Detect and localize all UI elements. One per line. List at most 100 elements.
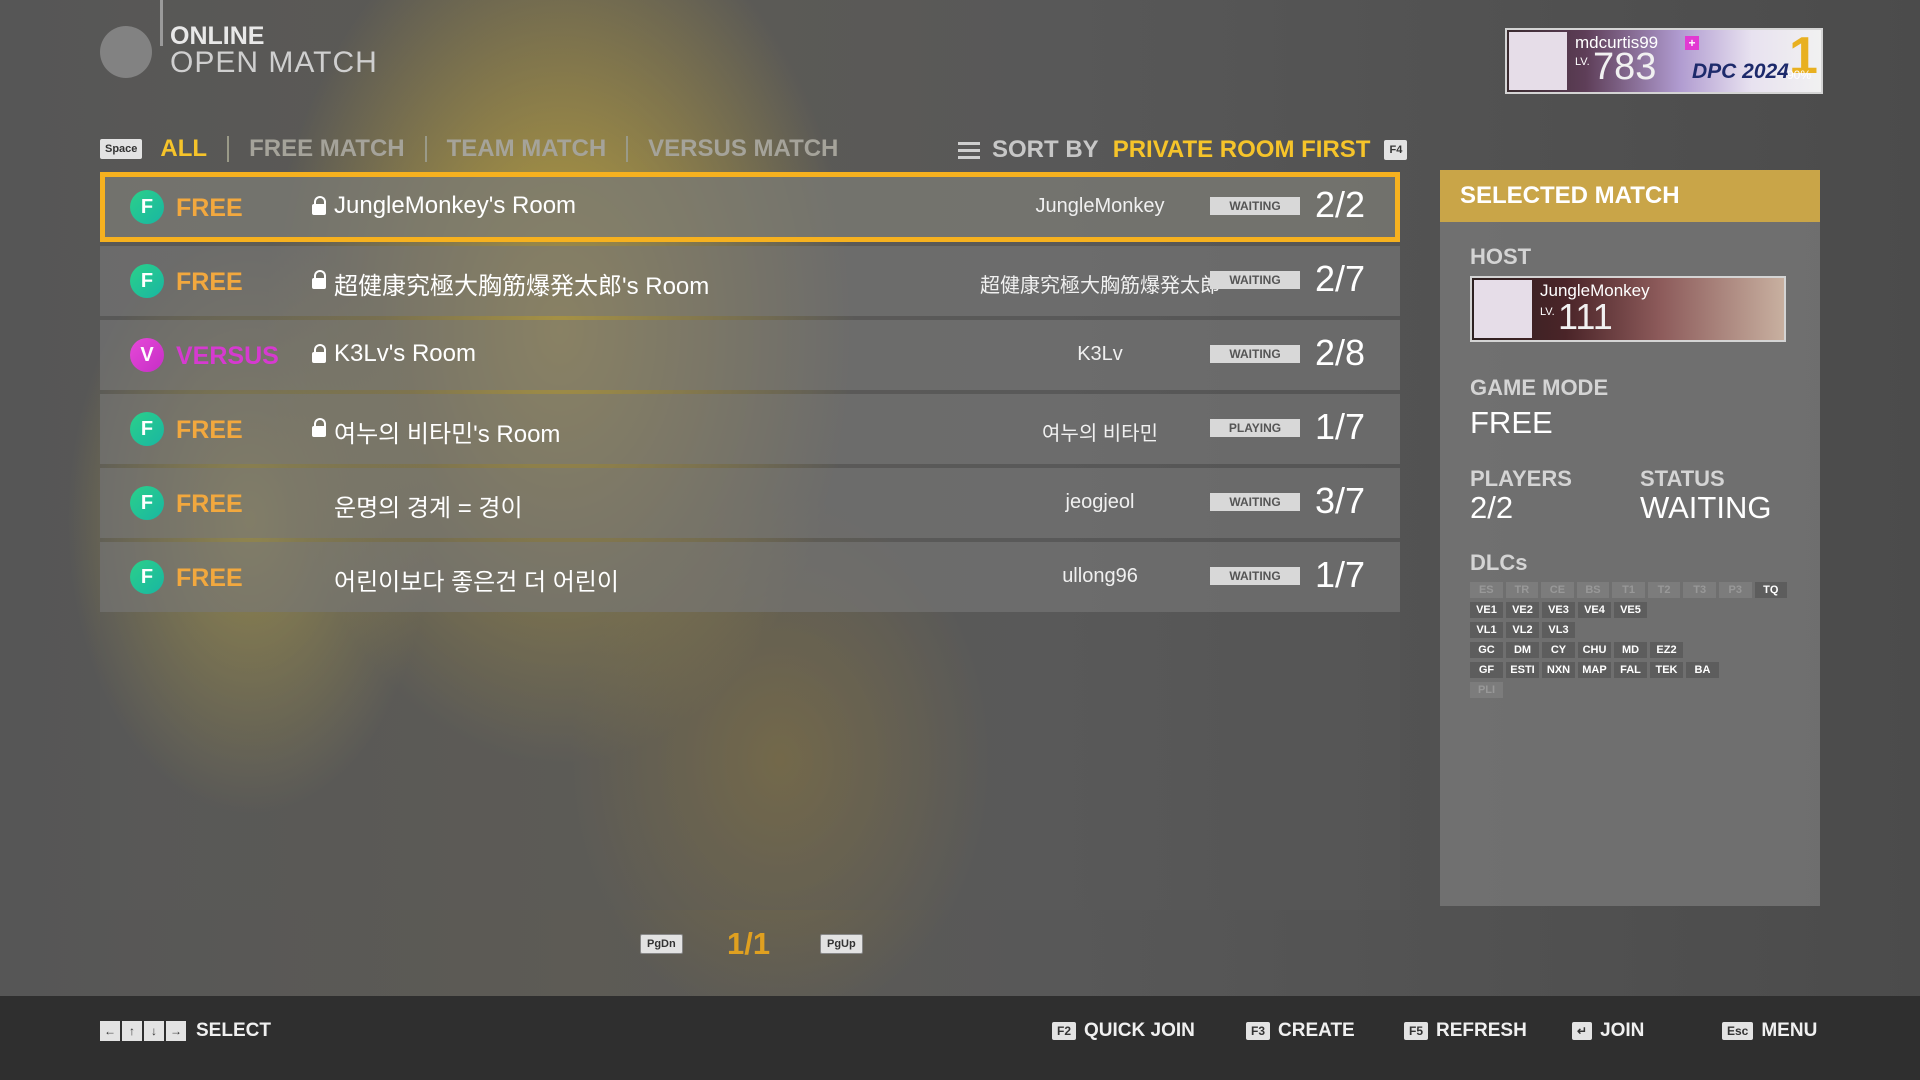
dlc-badge: VL1 <box>1470 622 1503 638</box>
room-name: K3Lv's Room <box>334 340 476 367</box>
dlc-badge: ES <box>1470 582 1503 598</box>
tab-team-match[interactable]: TEAM MATCH <box>424 136 627 162</box>
event-badge: DPC 2024 <box>1692 60 1789 83</box>
match-row[interactable]: V VERSUS K3Lv's Room K3Lv WAITING 2/8 <box>100 320 1400 390</box>
space-key-hint: Space <box>100 139 143 159</box>
f3-key-hint: F3 <box>1246 1022 1271 1040</box>
free-mode-icon: F <box>130 264 164 298</box>
dlc-badge: T1 <box>1612 582 1645 598</box>
player-profile-card[interactable]: mdcurtis99 + LV. 783 DPC 2024 1 90% <box>1505 27 1823 94</box>
status-badge: WAITING <box>1210 345 1300 363</box>
match-row[interactable]: F FREE 超健康究極大胸筋爆発太郎's Room 超健康究極大胸筋爆発太郎 … <box>100 246 1400 316</box>
player-level: 783 <box>1593 46 1657 88</box>
room-name: JungleMonkey's Room <box>334 192 577 219</box>
plus-icon: + <box>1685 36 1699 50</box>
match-row[interactable]: F FREE 어린이보다 좋은건 더 어린이 ullong96 WAITING … <box>100 542 1400 612</box>
page-title: OPEN MATCH <box>170 46 378 79</box>
match-mode: FREE <box>176 416 243 444</box>
dlc-badge: EZ2 <box>1650 642 1683 658</box>
page-down-key[interactable]: PgDn <box>640 934 683 954</box>
dlc-badge: MAP <box>1578 662 1611 678</box>
players-label: PLAYERS <box>1470 466 1572 491</box>
dlc-badge: T3 <box>1683 582 1716 598</box>
lock-icon <box>312 344 326 363</box>
dlc-badge: ESTI <box>1506 662 1539 678</box>
dlc-badge: BS <box>1576 582 1610 598</box>
dlc-row: PLI <box>1470 682 1790 698</box>
host-card[interactable]: JungleMonkey LV. 111 <box>1470 276 1786 342</box>
dlc-badge: FAL <box>1614 662 1647 678</box>
f4-key-hint: F4 <box>1384 140 1408 160</box>
status-badge: WAITING <box>1210 271 1300 289</box>
sort-menu-icon <box>958 141 980 159</box>
dlc-badge: VL2 <box>1506 622 1539 638</box>
free-mode-icon: F <box>130 190 164 224</box>
quick-join-button[interactable]: F2 QUICK JOIN <box>1052 1020 1195 1042</box>
quick-join-label: QUICK JOIN <box>1084 1020 1195 1041</box>
match-row[interactable]: F FREE 운명의 경계 = 경이 jeogjeol WAITING 3/7 <box>100 468 1400 538</box>
match-row[interactable]: F FREE JungleMonkey's Room JungleMonkey … <box>100 172 1400 242</box>
dlc-grid: ES TR CE BS T1 T2 T3 P3 TQ VE1 VE2 VE3 VE4 VE5 VL1 VL2 V… <box>1470 582 1790 702</box>
dlc-badge: P3 <box>1718 582 1752 598</box>
refresh-button[interactable]: F5 REFRESH <box>1404 1020 1527 1042</box>
match-mode: VERSUS <box>176 342 279 370</box>
match-mode: FREE <box>176 490 243 518</box>
dlc-badge: GF <box>1470 662 1503 678</box>
tab-free-match[interactable]: FREE MATCH <box>227 136 425 162</box>
sort-value[interactable]: PRIVATE ROOM FIRST <box>1113 136 1371 164</box>
f5-key-hint: F5 <box>1404 1022 1429 1040</box>
dlc-badge: CHU <box>1578 642 1611 658</box>
room-name: 운명의 경계 = 경이 <box>334 495 523 522</box>
selected-match-header: SELECTED MATCH <box>1440 170 1820 222</box>
dlc-badge: TEK <box>1650 662 1683 678</box>
match-mode: FREE <box>176 268 243 296</box>
dlc-row: VL1 VL2 VL3 <box>1470 622 1790 638</box>
lock-icon <box>312 418 326 437</box>
join-button[interactable]: ↵ JOIN <box>1572 1020 1644 1042</box>
menu-label: MENU <box>1761 1020 1818 1041</box>
arrow-keys-icon: ← ↑ ↓ → <box>100 1021 188 1041</box>
page-up-key[interactable]: PgUp <box>820 934 863 954</box>
match-row[interactable]: F FREE 여누의 비타민's Room 여누의 비타민 PLAYING 1/… <box>100 394 1400 464</box>
select-hint: ← ↑ ↓ → SELECT <box>100 1020 271 1042</box>
status-label: STATUS <box>1640 466 1725 491</box>
match-mode: FREE <box>176 194 243 222</box>
game-logo-icon <box>100 26 152 78</box>
players-value: 2/2 <box>1470 490 1514 525</box>
sort-control[interactable]: SORT BY PRIVATE ROOM FIRST F4 <box>958 136 1408 164</box>
create-button[interactable]: F3 CREATE <box>1246 1020 1355 1042</box>
right-arrow-icon: → <box>166 1021 186 1041</box>
dlc-badge: CE <box>1541 582 1574 598</box>
dlc-row: GF ESTI NXN MAP FAL TEK BA <box>1470 662 1790 678</box>
status-value: WAITING <box>1640 490 1772 525</box>
tab-all[interactable]: ALL <box>142 136 227 162</box>
player-count: 1/7 <box>1315 406 1366 447</box>
menu-button[interactable]: Esc MENU <box>1722 1020 1817 1042</box>
dlc-badge: VL3 <box>1542 622 1575 638</box>
game-mode-label: GAME MODE <box>1470 375 1609 400</box>
f2-key-hint: F2 <box>1052 1022 1077 1040</box>
selected-match-title: SELECTED MATCH <box>1460 182 1680 209</box>
up-arrow-icon: ↑ <box>122 1021 142 1041</box>
dlc-badge: VE5 <box>1614 602 1647 618</box>
page-indicator: 1/1 <box>727 926 771 961</box>
status-badge: WAITING <box>1210 567 1300 585</box>
dlc-badge: VE3 <box>1542 602 1575 618</box>
dlcs-label: DLCs <box>1470 550 1528 575</box>
status-badge: WAITING <box>1210 197 1300 215</box>
dlc-badge: GC <box>1470 642 1503 658</box>
game-mode-value: FREE <box>1470 405 1553 440</box>
host-level: 111 <box>1558 296 1613 337</box>
room-name: 超健康究極大胸筋爆発太郎's Room <box>334 273 710 300</box>
host-label: HOST <box>1470 244 1532 269</box>
filter-bar: Space ALL FREE MATCH TEAM MATCH VERSUS M… <box>100 136 858 162</box>
match-mode: FREE <box>176 564 243 592</box>
tab-versus-match[interactable]: VERSUS MATCH <box>626 136 858 162</box>
dlc-badge: BA <box>1686 662 1719 678</box>
free-mode-icon: F <box>130 486 164 520</box>
down-arrow-icon: ↓ <box>144 1021 164 1041</box>
status-badge: WAITING <box>1210 493 1300 511</box>
left-arrow-icon: ← <box>100 1021 120 1041</box>
join-label: JOIN <box>1600 1020 1645 1041</box>
dlc-badge: T2 <box>1647 582 1681 598</box>
